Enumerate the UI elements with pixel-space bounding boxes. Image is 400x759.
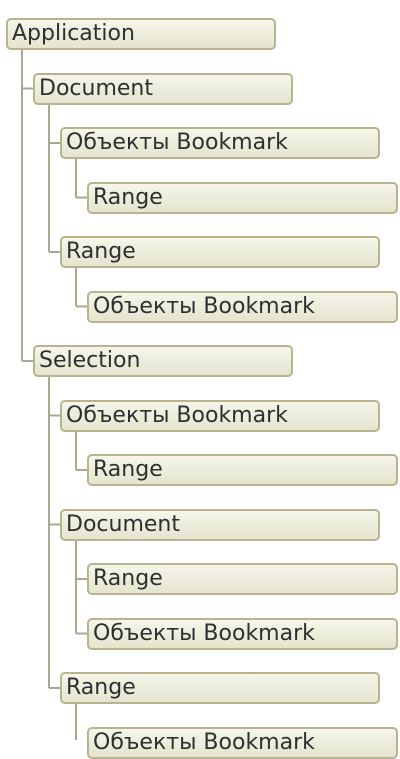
node-bookmark-d2: Объекты Bookmark xyxy=(60,399,380,432)
node-bookmark-d2: Объекты Bookmark xyxy=(60,127,380,159)
node-range-d2: Range xyxy=(60,672,380,704)
node-bookmark-d3: Объекты Bookmark xyxy=(87,726,398,759)
node-range-d3: Range xyxy=(87,563,398,595)
node-bookmark-d3: Объекты Bookmark xyxy=(87,290,398,323)
node-range-d3: Range xyxy=(87,181,398,214)
node-application-d0: Application xyxy=(6,18,276,50)
node-document-d1: Document xyxy=(33,72,293,105)
node-bookmark-d3: Объекты Bookmark xyxy=(87,617,398,650)
node-range-d3: Range xyxy=(87,454,398,486)
node-selection-d1: Selection xyxy=(33,345,293,377)
object-model-tree: Application Document Объекты Bookmark Range… xyxy=(0,0,400,759)
node-document-d2: Document xyxy=(60,508,380,541)
node-range-d2: Range xyxy=(60,236,380,268)
